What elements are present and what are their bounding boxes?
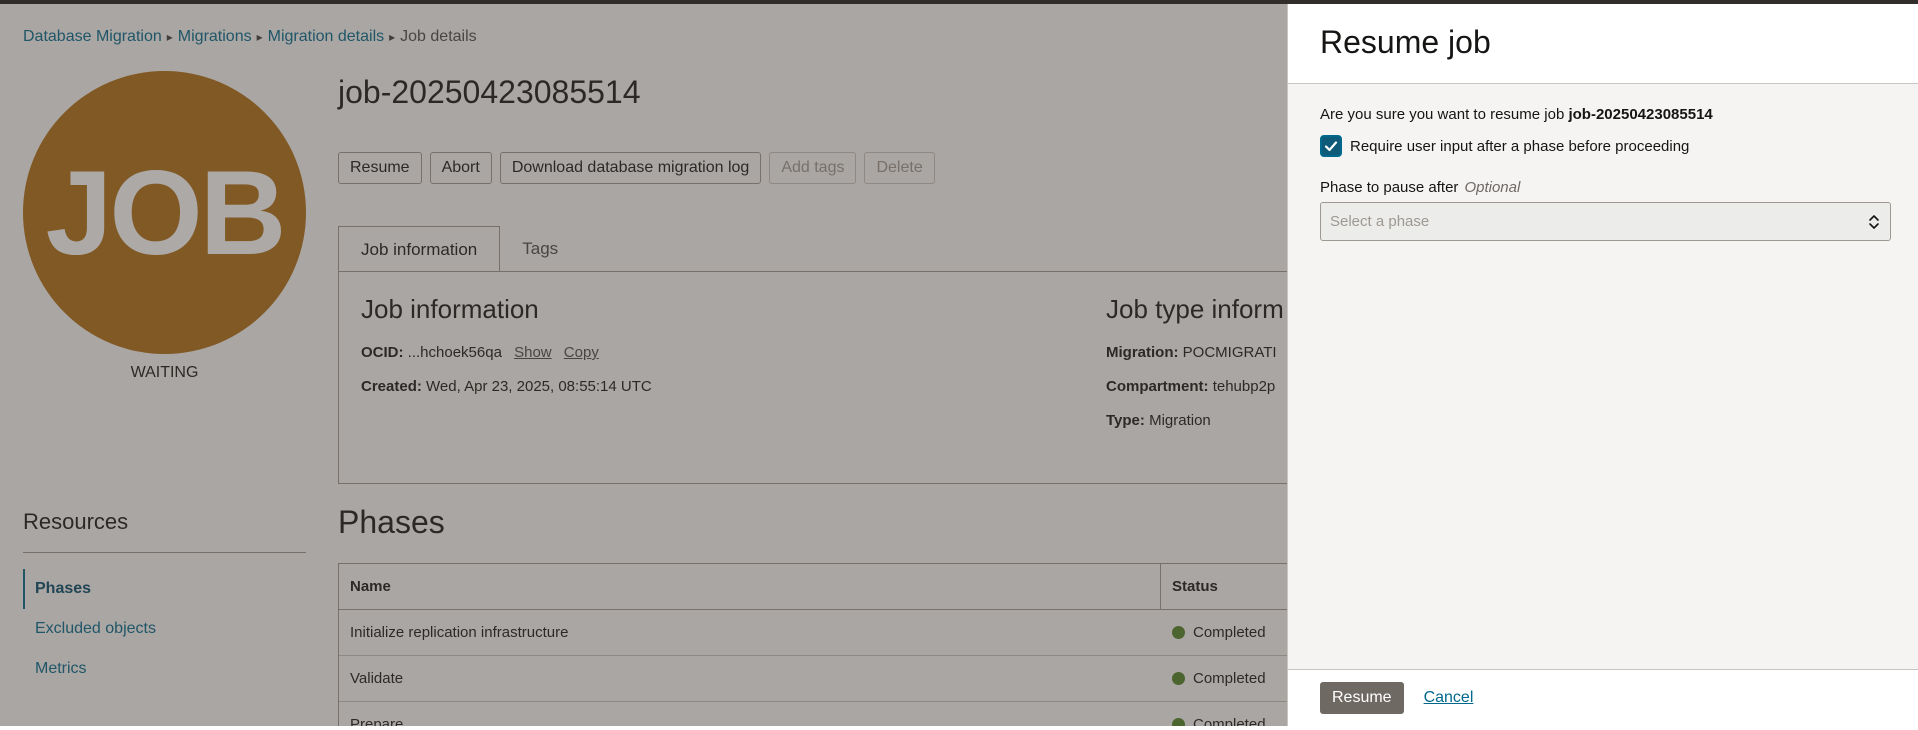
phase-label-text: Phase to pause after xyxy=(1320,179,1459,196)
phase-optional-text: Optional xyxy=(1464,179,1521,196)
drawer-header: Resume job xyxy=(1288,4,1918,84)
modal-overlay[interactable] xyxy=(0,4,1287,726)
top-bar xyxy=(0,0,1918,4)
phase-select[interactable]: Select a phase xyxy=(1320,202,1891,241)
checkmark-icon xyxy=(1324,141,1338,152)
confirm-prefix: Are you sure you want to resume job xyxy=(1320,106,1565,123)
drawer-body: Are you sure you want to resume job job-… xyxy=(1288,84,1918,263)
bottom-strip xyxy=(0,726,1918,730)
resume-confirm-button[interactable]: Resume xyxy=(1320,682,1404,714)
require-input-label: Require user input after a phase before … xyxy=(1350,137,1690,155)
confirm-text: Are you sure you want to resume job job-… xyxy=(1320,106,1886,123)
resume-job-drawer: Resume job Are you sure you want to resu… xyxy=(1287,4,1918,726)
require-input-checkbox-row[interactable]: Require user input after a phase before … xyxy=(1320,135,1886,157)
select-arrows-icon xyxy=(1869,214,1879,229)
phase-field-label: Phase to pause after Optional xyxy=(1320,179,1886,196)
drawer-footer: Resume Cancel xyxy=(1288,669,1918,726)
confirm-job-name: job-20250423085514 xyxy=(1568,106,1713,123)
drawer-title: Resume job xyxy=(1320,24,1491,60)
cancel-link[interactable]: Cancel xyxy=(1424,689,1474,707)
phase-select-placeholder: Select a phase xyxy=(1330,213,1430,230)
require-input-checkbox[interactable] xyxy=(1320,135,1342,157)
